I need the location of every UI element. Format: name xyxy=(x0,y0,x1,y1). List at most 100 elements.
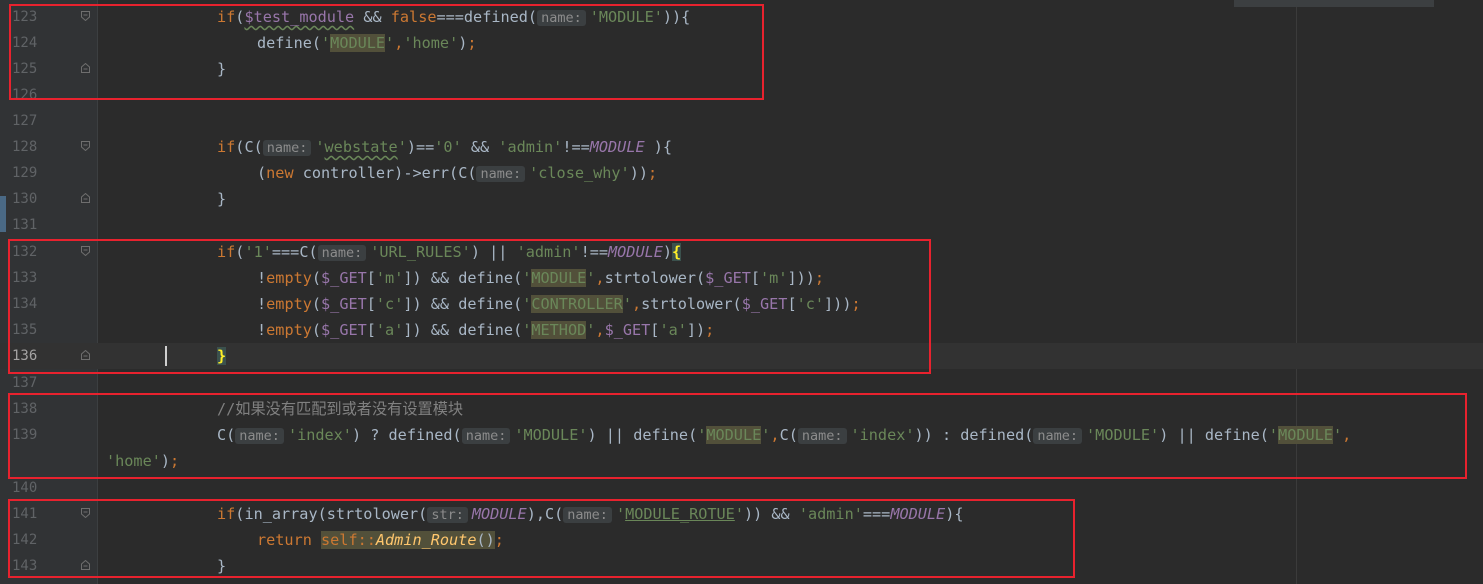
code-token: 'MODULE' xyxy=(514,426,588,444)
code-token: ( xyxy=(311,269,322,287)
code-token: { xyxy=(672,243,682,261)
code-text: } xyxy=(217,553,226,579)
code-token: ' xyxy=(315,138,325,156)
fold-open-icon[interactable] xyxy=(81,11,90,21)
code-token: ])) xyxy=(787,269,815,287)
parameter-hint: name: xyxy=(1033,428,1083,444)
code-token: $_GET xyxy=(321,295,367,313)
code-line[interactable]: 137 xyxy=(0,370,1483,396)
code-token: ' xyxy=(615,505,626,523)
code-line[interactable]: 133 !empty($_GET['m']) && define('MODULE'… xyxy=(0,265,1483,291)
code-token: MODULE xyxy=(1278,426,1333,444)
code-token: ' xyxy=(622,295,632,313)
line-number: 136 xyxy=(12,348,38,364)
code-token: ]) && define( xyxy=(403,269,523,287)
code-line[interactable]: 135 !empty($_GET['a']) && define('METHOD'… xyxy=(0,317,1483,343)
code-token: ; xyxy=(705,321,715,339)
code-token: ]) xyxy=(686,321,706,339)
fold-close-icon[interactable] xyxy=(81,193,90,203)
code-line[interactable]: 136} xyxy=(0,343,1483,369)
code-token: ) || define( xyxy=(587,426,698,444)
code-token: ' xyxy=(522,269,532,287)
code-token: )== xyxy=(406,138,435,156)
text-caret xyxy=(165,346,167,366)
code-line[interactable]: 134 !empty($_GET['c']) && define('CONTROL… xyxy=(0,291,1483,317)
code-token: { xyxy=(681,8,691,26)
code-token: , xyxy=(595,269,605,287)
code-token: 'home' xyxy=(403,34,459,52)
code-line[interactable]: 128 if(C(name:'webstate')=='0' && 'admin'… xyxy=(0,134,1483,160)
code-line[interactable]: 141 if(in_array(strtolower(str: MODULE),C(… xyxy=(0,501,1483,527)
code-token: ){ xyxy=(644,138,673,156)
line-number: 139 xyxy=(12,427,38,443)
code-token: ])) xyxy=(824,295,852,313)
code-text: if(in_array(strtolower(str: MODULE),C(nam… xyxy=(217,501,963,528)
code-token: METHOD xyxy=(531,321,587,339)
code-token: MODULE xyxy=(706,426,762,444)
line-number: 142 xyxy=(12,532,38,548)
code-token: 'URL_RULES' xyxy=(370,243,471,261)
code-line[interactable]: 123 if($test_module && false===defined(na… xyxy=(0,4,1483,30)
line-number: 137 xyxy=(12,375,38,391)
code-token: [ xyxy=(366,269,376,287)
code-token: $_GET xyxy=(741,295,788,313)
code-line[interactable]: 127 xyxy=(0,108,1483,134)
code-token: , xyxy=(1342,426,1352,444)
line-number: 132 xyxy=(12,244,38,260)
code-text: return self::Admin_Route(); xyxy=(257,527,504,553)
code-token: 'admin' xyxy=(516,243,581,261)
fold-open-icon[interactable] xyxy=(81,246,90,256)
code-token: 'm' xyxy=(375,269,404,287)
code-line[interactable]: 126 xyxy=(0,82,1483,108)
code-token: , xyxy=(595,321,605,339)
code-token: ' xyxy=(697,426,707,444)
line-number: 135 xyxy=(12,322,38,338)
code-token: 'index' xyxy=(850,426,915,444)
code-text: !empty($_GET['a']) && define('METHOD',$_… xyxy=(257,317,714,343)
code-token: return xyxy=(257,531,322,549)
parameter-hint: name: xyxy=(537,10,586,26)
code-line[interactable]: 131 xyxy=(0,212,1483,238)
fold-close-icon[interactable] xyxy=(81,63,90,73)
line-number: 131 xyxy=(12,217,38,233)
code-token: if xyxy=(217,138,236,156)
code-line[interactable]: 132 if('1'===C(name: 'URL_RULES') || 'admi… xyxy=(0,239,1483,265)
code-token: !== xyxy=(562,138,590,156)
fold-close-icon[interactable] xyxy=(81,560,90,570)
code-line[interactable]: 129 (new controller)->err(C(name:'close_w… xyxy=(0,160,1483,186)
code-token: ( xyxy=(311,295,322,313)
fold-open-icon[interactable] xyxy=(81,508,90,518)
code-token: CONTROLLER xyxy=(531,295,623,313)
code-token: 'a' xyxy=(375,321,404,339)
code-token: 'm' xyxy=(760,269,788,287)
code-line[interactable]: 125} xyxy=(0,56,1483,82)
code-line[interactable]: 138 //如果没有匹配到或者没有设置模块 xyxy=(0,396,1483,422)
code-token: )) : defined( xyxy=(914,426,1034,444)
code-token: [ xyxy=(750,269,761,287)
code-line[interactable]: 143} xyxy=(0,553,1483,579)
code-token: ' xyxy=(734,505,744,523)
code-token: MODULE xyxy=(890,505,946,523)
code-line[interactable]: 130} xyxy=(0,186,1483,212)
code-line[interactable]: 'home'); xyxy=(0,448,1483,474)
code-token: } xyxy=(217,347,227,365)
code-line[interactable]: 140 xyxy=(0,475,1483,501)
code-line[interactable]: 142 return self::Admin_Route(); xyxy=(0,527,1483,553)
code-token: 'a' xyxy=(659,321,687,339)
fold-close-icon[interactable] xyxy=(81,350,90,360)
code-token: } xyxy=(217,60,227,78)
code-token: MODULE xyxy=(589,138,645,156)
code-text: } xyxy=(217,343,227,369)
line-number: 138 xyxy=(12,401,38,417)
code-line[interactable]: 139 C(name:'index') ? defined(name: 'MODUL… xyxy=(0,422,1483,448)
code-token: C( xyxy=(217,426,236,444)
line-number: 134 xyxy=(12,296,38,312)
parameter-hint: name: xyxy=(563,507,612,523)
code-token: if xyxy=(217,8,236,26)
code-token: } xyxy=(217,557,227,575)
code-token: empty xyxy=(266,269,312,287)
code-token: ! xyxy=(257,321,267,339)
fold-open-icon[interactable] xyxy=(81,141,90,151)
line-number: 129 xyxy=(12,165,38,181)
code-line[interactable]: 124 define('MODULE','home'); xyxy=(0,30,1483,56)
